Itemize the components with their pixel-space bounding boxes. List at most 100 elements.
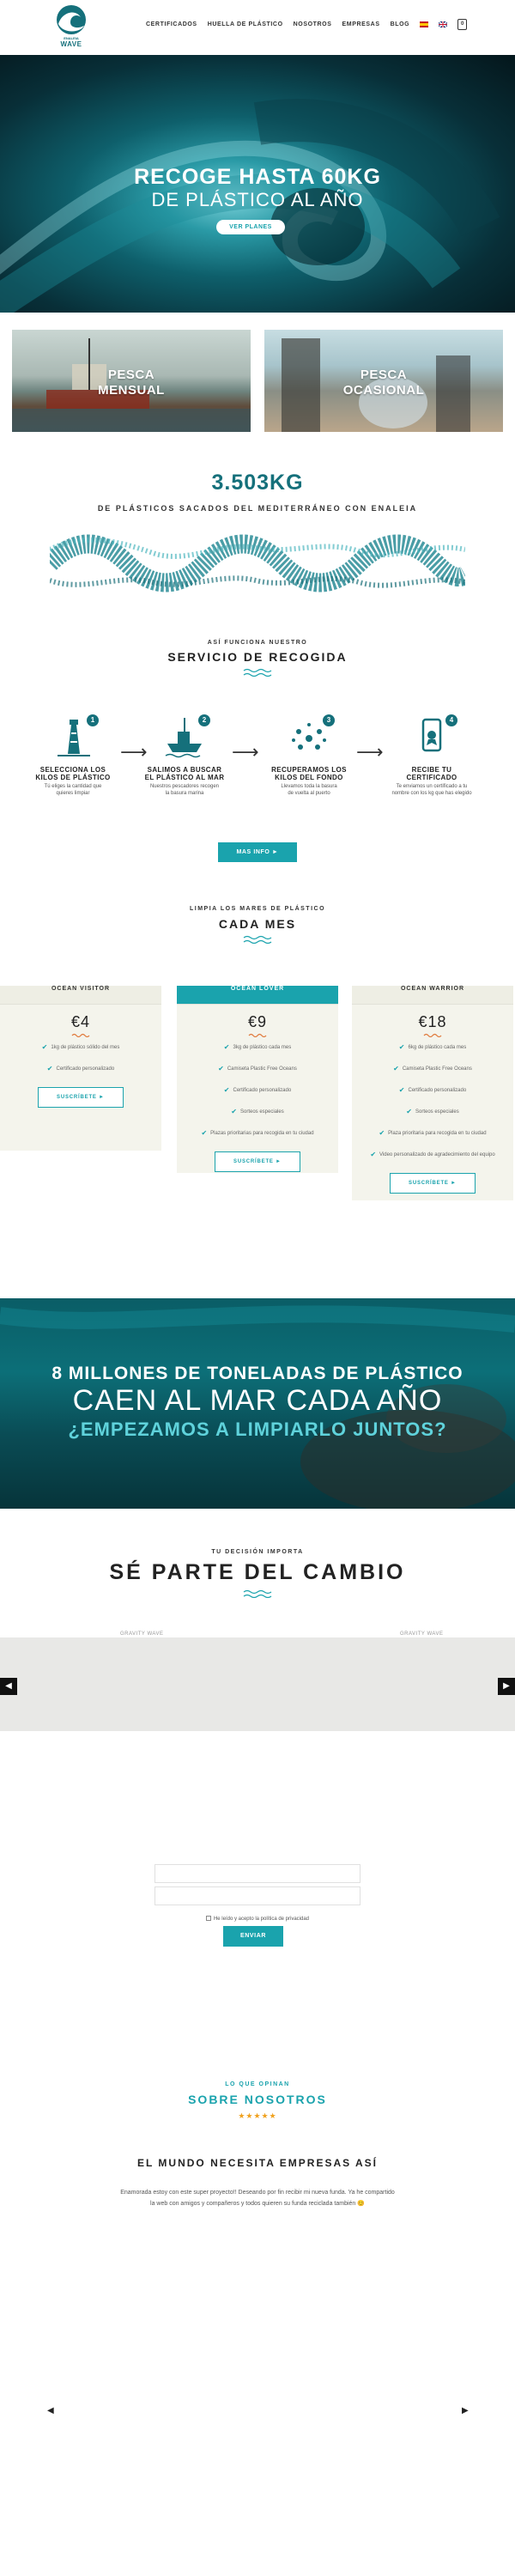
nav-item-empresas[interactable]: EMPRESAS [342, 21, 380, 27]
check-icon: ✔ [223, 1086, 230, 1094]
change-title: SÉ PARTE DEL CAMBIO [109, 1560, 406, 1584]
phone-certificate-icon: 4 [408, 713, 457, 761]
check-icon: ✔ [398, 1086, 405, 1094]
arrow-right-icon: ⟶ [232, 742, 259, 763]
squiggle-divider-icon [423, 1033, 442, 1037]
squiggle-divider-icon [243, 1589, 272, 1598]
plan-price: €4 [70, 1013, 91, 1030]
consent-checkbox[interactable] [205, 1916, 211, 1921]
counter-subtitle: DE PLÁSTICOS SACADOS DEL MEDITERRÁNEO CO… [97, 504, 418, 513]
plan-name: OCEAN WARRIOR [352, 986, 513, 1005]
view-plans-button[interactable]: VER PLANES [216, 220, 285, 234]
plans-title: CADA MES [218, 917, 297, 931]
plan-price: €9 [247, 1013, 268, 1030]
subscribe-button[interactable]: SUSCRÍBETE ► [38, 1087, 124, 1108]
check-icon: ✔ [223, 1043, 230, 1051]
testimonials-title: SOBRE NOSOTROS [188, 2093, 327, 2106]
plans-eyebrow: LIMPIA LOS MARES DE PLÁSTICO [189, 906, 326, 912]
uk-flag-icon[interactable] [439, 21, 448, 27]
brand-logo[interactable]: ENALEIA WAVE [52, 3, 91, 48]
testimonial-next-arrow-icon[interactable]: ▶ [462, 2406, 469, 2415]
lighthouse-icon: 1 [49, 713, 99, 761]
cart-count: 0 [461, 21, 464, 27]
check-icon: ✔ [201, 1129, 208, 1137]
plan-feature: ✔ Video personalizado de agradecimiento d… [370, 1151, 495, 1158]
debris-icon: 3 [285, 713, 335, 761]
testimonials-eyebrow: LO QUE OPINAN [225, 2081, 290, 2087]
plan-feature: ✔ 3kg de plástico cada mes [223, 1043, 292, 1051]
wave-logo-icon [57, 5, 86, 34]
card-title: PESCA [107, 368, 155, 382]
banner-line-1: 8 MILLONES DE TONELADAS DE PLÁSTICO [52, 1364, 464, 1383]
occasional-fishing-card[interactable]: PESCA OCASIONAL [264, 330, 503, 432]
image-slider: GRAVITY WAVE GRAVITY WAVE [0, 1631, 515, 1731]
hero-subtitle: DE PLÁSTICO AL AÑO [151, 189, 364, 210]
brand-name: WAVE [60, 40, 82, 48]
arrow-right-icon: ⟶ [356, 742, 384, 763]
slider-next-arrow-icon[interactable]: ▶ [498, 1678, 515, 1695]
boat-icon: 2 [161, 713, 210, 761]
check-icon: ✔ [231, 1108, 237, 1115]
check-icon: ✔ [370, 1151, 377, 1158]
main-nav: CERTIFICADOS HUELLA DE PLÁSTICO NOSOTROS… [146, 19, 468, 30]
check-icon: ✔ [398, 1043, 405, 1051]
hero-banner: RECOGE HASTA 60KG DE PLÁSTICO AL AÑO VER… [0, 55, 515, 313]
step-go-fishing: 2 SALIMOS A BUSCAR EL PLÁSTICO AL MAR Nu… [137, 713, 232, 797]
change-eyebrow: TU DECISIÓN IMPORTA [211, 1549, 304, 1555]
banner-line-2: CAEN AL MAR CADA AÑO [72, 1384, 443, 1417]
monthly-fishing-card[interactable]: PESCA MENSUAL [12, 330, 251, 432]
plan-feature: ✔ Plaza prioritaria para recogida en tu c… [379, 1129, 487, 1137]
plan-feature: ✔ 6kg de plástico cada mes [398, 1043, 467, 1051]
plastic-stats-banner: 8 MILLONES DE TONELADAS DE PLÁSTICO CAEN… [0, 1298, 515, 1509]
nav-item-certificados[interactable]: CERTIFICADOS [146, 21, 197, 27]
plan-name: OCEAN VISITOR [0, 986, 161, 1005]
plan-feature: ✔ Sorteos especiales [231, 1108, 284, 1115]
plan-feature: ✔ 1kg de plástico sólido del mes [41, 1043, 120, 1051]
plan-ocean-warrior: OCEAN WARRIOR €18 ✔ 6kg de plástico cada … [352, 986, 513, 1200]
squiggle-divider-icon [243, 935, 272, 944]
consent-label: He leído y acepto la política de privaci… [213, 1917, 310, 1922]
slide-caption: GRAVITY WAVE [400, 1631, 444, 1637]
rating-stars-icon: ★★★★★ [238, 2112, 277, 2121]
nav-item-blog[interactable]: BLOG [391, 21, 410, 27]
nav-item-huella[interactable]: HUELLA DE PLÁSTICO [208, 21, 283, 27]
plan-feature: ✔ Certificado personalizado [46, 1065, 115, 1072]
plan-feature: ✔ Certificado personalizado [223, 1086, 292, 1094]
plan-ocean-lover: OCEAN LOVER €9 ✔ 3kg de plástico cada mes… [177, 986, 338, 1173]
step-receive-certificate: 4 RECIBE TU CERTIFICADO Te enviamos un c… [385, 713, 479, 797]
squiggle-divider-icon [248, 1033, 267, 1037]
plan-feature: ✔ Plazas prioritarias para recogida en tu… [201, 1129, 314, 1137]
testimonial-prev-arrow-icon[interactable]: ◀ [47, 2406, 54, 2415]
card-subtitle: MENSUAL [98, 383, 165, 398]
more-info-button[interactable]: MAS INFO ► [218, 842, 297, 862]
check-icon: ✔ [406, 1108, 412, 1115]
service-title: SERVICIO DE RECOGIDA [167, 650, 348, 664]
form-field[interactable] [154, 1864, 360, 1883]
step-select-kilos: 1 SELECCIONA LOS KILOS DE PLÁSTICO Tú el… [26, 713, 120, 797]
slide-caption: GRAVITY WAVE [120, 1631, 164, 1637]
cart-icon[interactable]: 0 [457, 19, 468, 30]
es-flag-icon[interactable] [420, 21, 429, 27]
slider-prev-arrow-icon[interactable]: ◀ [0, 1678, 17, 1695]
banner-line-3: ¿EMPEZAMOS A LIMPIARLO JUNTOS? [68, 1419, 447, 1440]
site-header: ENALEIA WAVE CERTIFICADOS HUELLA DE PLÁS… [0, 0, 515, 55]
service-eyebrow: ASÍ FUNCIONA NUESTRO [207, 640, 308, 646]
plan-price: €18 [418, 1013, 447, 1030]
subscribe-button[interactable]: SUSCRÍBETE ► [215, 1151, 300, 1172]
privacy-consent: He leído y acepto la política de privaci… [0, 1916, 515, 1922]
nav-item-nosotros[interactable]: NOSOTROS [294, 21, 332, 27]
testimonial-text: Enamorada estoy con este super proyecto!… [120, 2190, 395, 2207]
wave-pattern-icon [50, 534, 465, 592]
submit-button[interactable]: ENVIAR [223, 1926, 283, 1947]
form-field[interactable] [154, 1886, 360, 1905]
testimonial-title: EL MUNDO NECESITA EMPRESAS ASÍ [136, 2157, 379, 2169]
card-title: PESCA [360, 368, 408, 382]
plan-feature: ✔ Camiseta Plastic Free Oceans [393, 1065, 472, 1072]
check-icon: ✔ [393, 1065, 399, 1072]
check-icon: ✔ [218, 1065, 224, 1072]
subscribe-button[interactable]: SUSCRÍBETE ► [390, 1173, 476, 1194]
step-recover-kilos: 3 RECUPERAMOS LOS KILOS DEL FONDO Llevam… [262, 713, 356, 797]
plan-feature: ✔ Sorteos especiales [406, 1108, 459, 1115]
plan-name: OCEAN LOVER [177, 986, 338, 1005]
squiggle-divider-icon [71, 1033, 90, 1037]
